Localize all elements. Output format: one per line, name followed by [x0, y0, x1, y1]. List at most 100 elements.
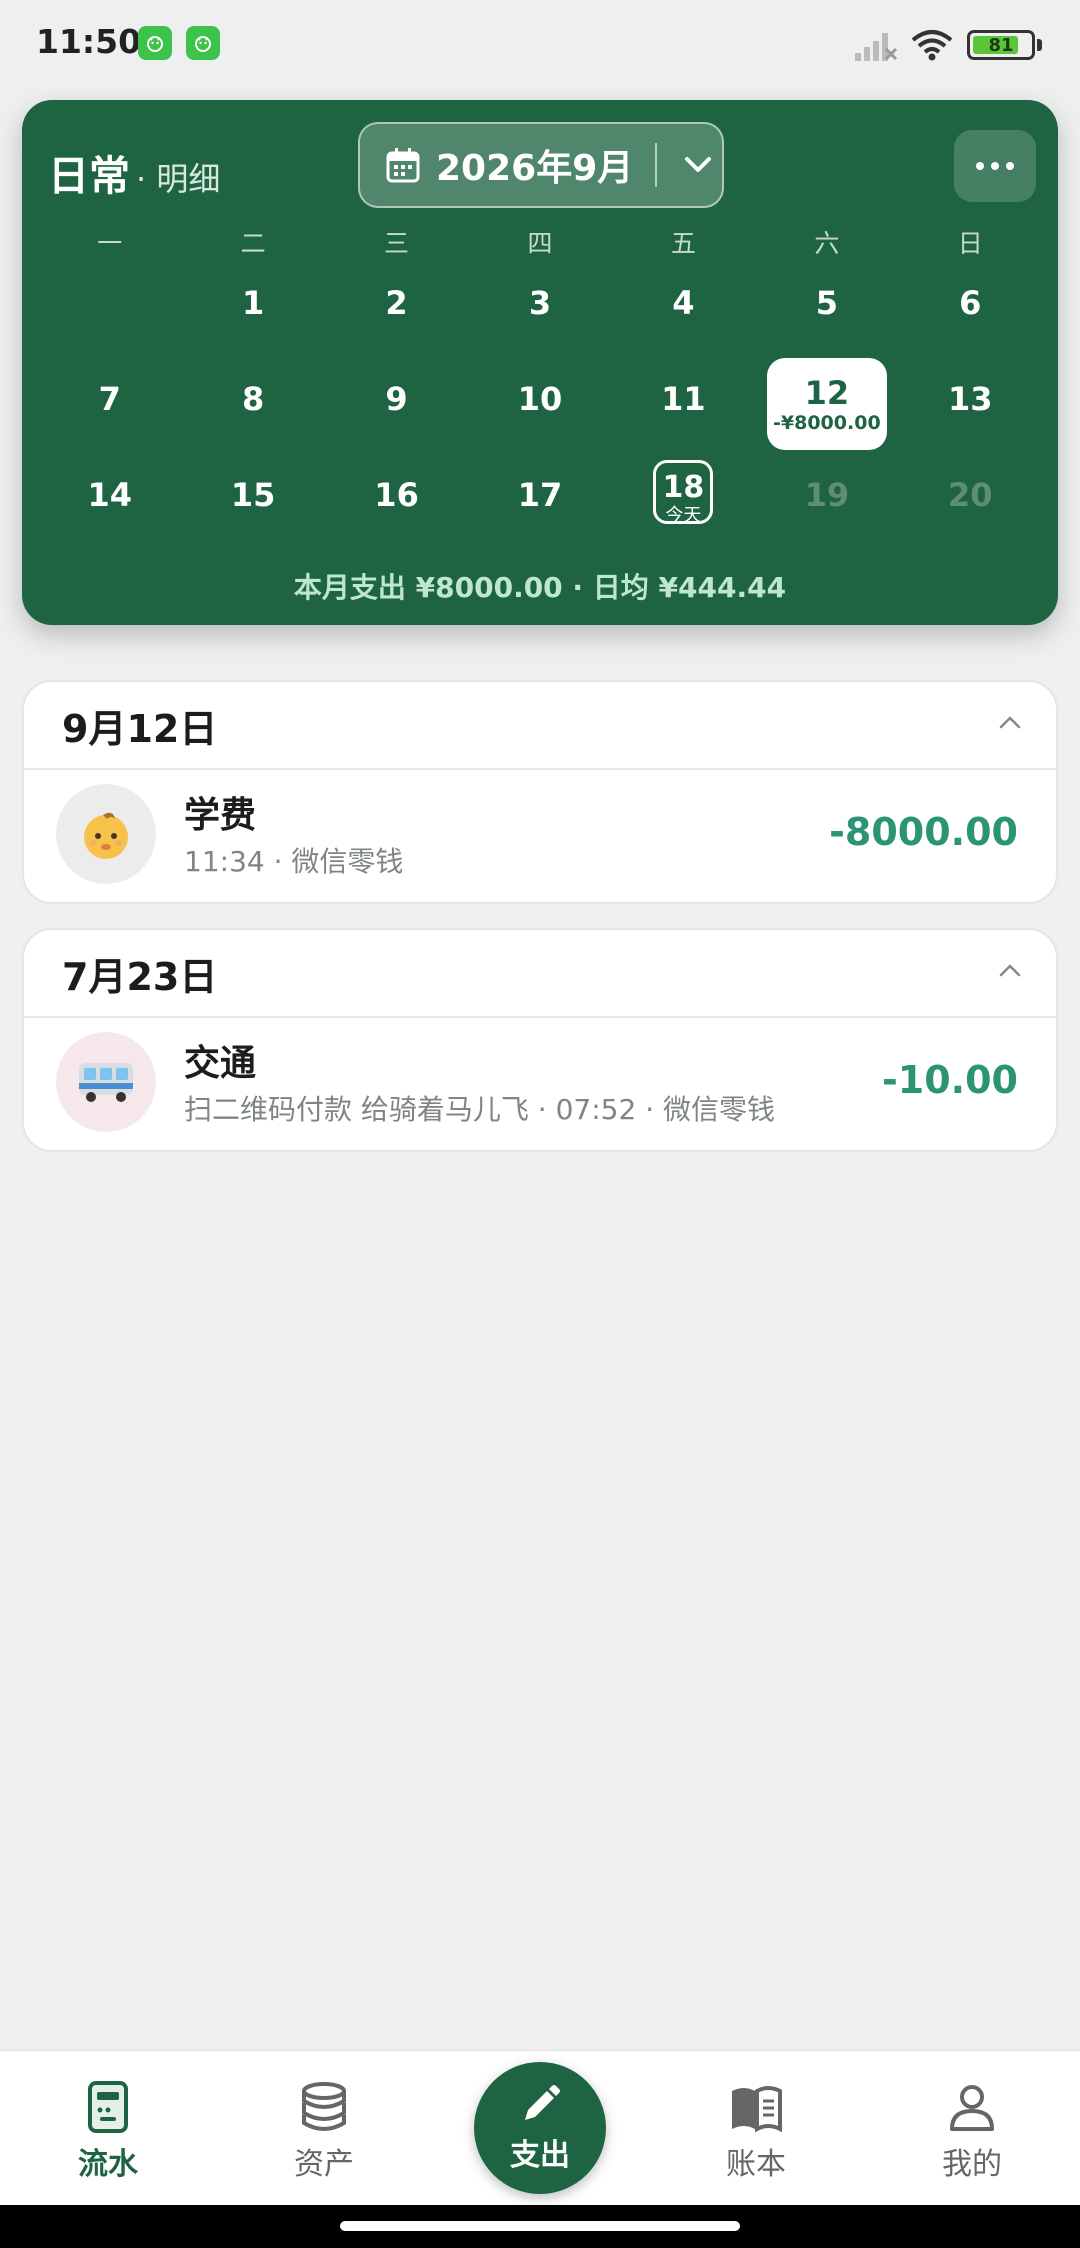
transaction-category: 学费 — [184, 795, 257, 836]
day-number: 14 — [87, 476, 132, 514]
wifi-icon — [911, 30, 953, 61]
weekday-header: 一二三四五六日 — [38, 224, 1042, 260]
weekday-label: 一 — [97, 229, 123, 258]
day-number: 2 — [385, 284, 408, 322]
group-date: 7月23日 — [62, 954, 218, 999]
month-picker[interactable]: 2026年9月 — [358, 122, 724, 208]
calendar-day[interactable]: 4 — [612, 278, 755, 374]
transaction-row[interactable]: 学费 11:34 · 微信零钱 -8000.00 — [24, 770, 1056, 902]
day-number: 13 — [948, 380, 993, 418]
more-options-button[interactable] — [954, 130, 1036, 202]
calendar-day[interactable]: 2 — [325, 278, 468, 374]
tab-mine[interactable]: 我的 — [902, 2079, 1042, 2183]
calendar-days: 1 2 3 4 5 6 7 8 9 10 11 12 -¥8000.00 13 14 15 16 17 18 今天 19… — [38, 278, 1042, 566]
tab-label: 账本 — [726, 2147, 786, 2182]
transaction-amount: -8000.00 — [829, 810, 1018, 854]
weekday-label: 三 — [384, 229, 410, 258]
weekday-label: 二 — [240, 229, 266, 258]
fab-label: 支出 — [510, 2138, 570, 2173]
calendar-day[interactable]: 14 — [38, 470, 181, 566]
day-number: 19 — [804, 476, 850, 514]
calendar-day[interactable]: 9 — [325, 374, 468, 470]
day-number: 4 — [672, 284, 695, 322]
day-number: 5 — [815, 284, 838, 322]
book-icon — [732, 2086, 782, 2133]
weekday-label: 日 — [957, 229, 983, 258]
day-number: 9 — [385, 380, 408, 418]
calendar-day[interactable]: 1 — [181, 278, 324, 374]
transaction-group: 9月12日 学费 11:34 · 微信零钱 -8000.00 — [22, 680, 1058, 904]
transaction-row[interactable]: 交通 扫二维码付款 给骑着马儿飞 · 07:52 · 微信零钱 -10.00 — [24, 1018, 1056, 1150]
tab-books[interactable]: 账本 — [686, 2079, 826, 2183]
app-notification-icon — [138, 26, 172, 60]
dot — [976, 162, 984, 170]
view-subtitle: · 明细 — [136, 160, 221, 198]
calendar-day[interactable]: 11 — [612, 374, 755, 470]
battery-icon: 81 — [967, 30, 1035, 60]
calendar-day[interactable]: 16 — [325, 470, 468, 566]
home-indicator[interactable] — [340, 2221, 740, 2231]
calendar-day[interactable]: 17 — [468, 470, 611, 566]
calendar-day[interactable]: 20 — [899, 470, 1042, 566]
day-expense-amount: -¥8000.00 — [773, 412, 881, 434]
weekday-label: 五 — [670, 229, 696, 258]
add-expense-button[interactable]: 支出 — [474, 2062, 606, 2194]
calendar-day[interactable]: 19 — [755, 470, 898, 566]
user-icon — [950, 2085, 994, 2131]
calendar-day[interactable]: 10 — [468, 374, 611, 470]
calendar-day[interactable]: 3 — [468, 278, 611, 374]
status-time: 11:50 — [36, 22, 142, 61]
pencil-icon — [525, 2085, 560, 2120]
status-bar: 11:50 81 — [0, 0, 1080, 90]
weekday-label: 六 — [814, 229, 840, 258]
calendar-day[interactable]: 13 — [899, 374, 1042, 470]
month-label: 2026年9月 — [436, 148, 634, 189]
cellular-signal-icon — [855, 33, 897, 61]
calendar-day[interactable]: 12 -¥8000.00 — [755, 358, 898, 470]
tab-label: 我的 — [942, 2147, 1002, 2182]
weekday-label: 四 — [527, 229, 553, 258]
calendar-day[interactable]: 18 今天 — [612, 460, 755, 566]
day-number: 1 — [242, 284, 265, 322]
day-number: 11 — [661, 380, 706, 418]
transaction-amount: -10.00 — [882, 1058, 1018, 1102]
transaction-meta: 扫二维码付款 给骑着马儿飞 · 07:52 · 微信零钱 — [184, 1093, 775, 1126]
group-header[interactable]: 9月12日 — [24, 682, 1056, 770]
system-navigation-bar — [0, 2205, 1080, 2248]
calendar-day[interactable]: 8 — [181, 374, 324, 470]
chevron-down-icon[interactable] — [683, 155, 713, 175]
calendar-icon — [386, 148, 420, 183]
divider — [655, 143, 658, 187]
calendar-day[interactable]: 6 — [899, 278, 1042, 374]
day-number: 3 — [528, 284, 552, 322]
bus-icon — [56, 1032, 156, 1132]
app-notification-icon — [186, 26, 220, 60]
chevron-up-icon[interactable] — [998, 962, 1022, 978]
tab-flow[interactable]: 流水 — [38, 2079, 178, 2183]
day-number: 16 — [374, 476, 419, 514]
group-header[interactable]: 7月23日 — [24, 930, 1056, 1018]
page-title: 日常 · 明细 — [48, 142, 220, 202]
transaction-category: 交通 — [184, 1043, 257, 1084]
day-number: 10 — [517, 380, 563, 418]
book-title: 日常 — [48, 152, 130, 200]
calendar-day-empty — [38, 278, 181, 374]
battery-level: 81 — [988, 34, 1014, 56]
tab-label: 流水 — [78, 2147, 138, 2182]
ledger-icon — [88, 2081, 128, 2133]
group-date: 9月12日 — [62, 706, 218, 751]
tab-assets[interactable]: 资产 — [254, 2079, 394, 2183]
day-number: 6 — [959, 284, 982, 322]
day-number: 12 — [804, 374, 850, 412]
chevron-up-icon[interactable] — [998, 714, 1022, 730]
calendar-card: 日常 · 明细 2026年9月 一二三四五六日 1 2 3 4 5 6 7 8 9 10 11 12-… — [22, 100, 1058, 625]
dot — [991, 162, 999, 170]
month-summary: 本月支出 ¥8000.00 · 日均 ¥444.44 — [293, 571, 787, 604]
day-number: 8 — [242, 380, 265, 418]
calendar-day[interactable]: 15 — [181, 470, 324, 566]
day-number: 17 — [517, 476, 563, 514]
dot — [1006, 162, 1014, 170]
coins-stack-icon — [302, 2082, 346, 2131]
tab-label: 资产 — [294, 2147, 354, 2182]
calendar-day[interactable]: 7 — [38, 374, 181, 470]
